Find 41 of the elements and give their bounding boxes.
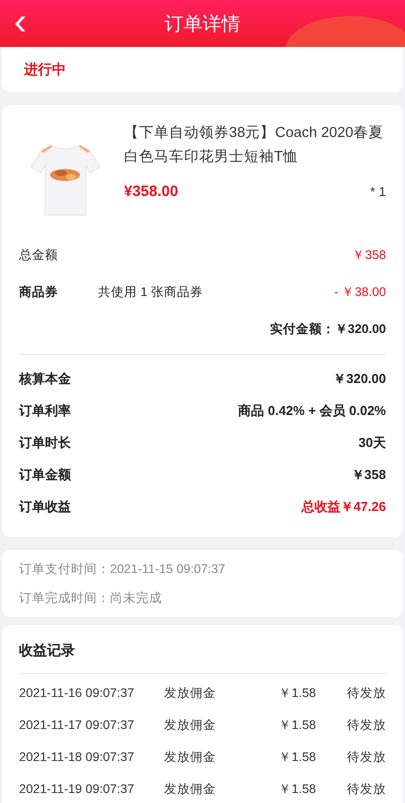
product-quantity: * 1 xyxy=(370,184,386,199)
record-status: 待发放 xyxy=(346,717,386,734)
product-price: ¥358.00 xyxy=(124,183,178,200)
paid-amount: 实付金额：￥320.00 xyxy=(270,321,386,338)
record-amount: ￥1.58 xyxy=(278,749,316,766)
time-text: 订单支付时间：2021-11-15 09:07:37 xyxy=(19,561,226,578)
page-title: 订单详情 xyxy=(164,12,240,36)
stat-label: 订单利率 xyxy=(19,402,71,420)
stat-value: ￥320.00 xyxy=(333,370,386,388)
stat-value: ￥358 xyxy=(351,466,386,484)
stat-value: 总收益￥47.26 xyxy=(301,498,386,516)
record-time: 2021-11-18 09:07:37 xyxy=(19,749,136,766)
record-amount: ￥1.58 xyxy=(278,685,316,702)
time-text: 订单完成时间：尚未完成 xyxy=(19,590,163,607)
stat-value: 30天 xyxy=(358,434,386,452)
record-type: 发放佣金 xyxy=(164,781,217,798)
total-label: 总金额 xyxy=(19,247,58,264)
total-value: ￥358 xyxy=(352,247,386,264)
record-type: 发放佣金 xyxy=(164,717,217,734)
record-amount: ￥1.58 xyxy=(278,717,316,734)
stat-value: 商品 0.42% + 会员 0.02% xyxy=(238,402,386,420)
stat-label: 核算本金 xyxy=(19,370,71,388)
record-time: 2021-11-16 09:07:37 xyxy=(19,685,136,702)
record-amount: ￥1.58 xyxy=(278,781,316,798)
record-status: 待发放 xyxy=(346,749,386,766)
stat-label: 订单金额 xyxy=(19,466,71,484)
record-type: 发放佣金 xyxy=(164,685,217,702)
coupon-note: 共使用 1 张商品券 xyxy=(98,284,204,301)
coupon-label: 商品券 xyxy=(19,284,58,301)
stat-label: 订单时长 xyxy=(19,434,71,452)
record-time: 2021-11-17 09:07:37 xyxy=(19,717,136,734)
records-title: 收益记录 xyxy=(19,641,76,660)
record-status: 待发放 xyxy=(346,781,386,798)
stat-label: 订单收益 xyxy=(19,498,71,516)
record-time: 2021-11-19 09:07:37 xyxy=(19,781,136,798)
record-status: 待发放 xyxy=(346,685,386,702)
coupon-value: - ￥38.00 xyxy=(334,284,386,301)
record-type: 发放佣金 xyxy=(164,749,217,766)
order-status: 进行中 xyxy=(24,61,66,77)
back-button[interactable]: ‹ xyxy=(10,3,31,41)
product-title: 【下单自动领券38元】Coach 2020春夏白色马车印花男士短袖T恤 xyxy=(124,124,384,167)
